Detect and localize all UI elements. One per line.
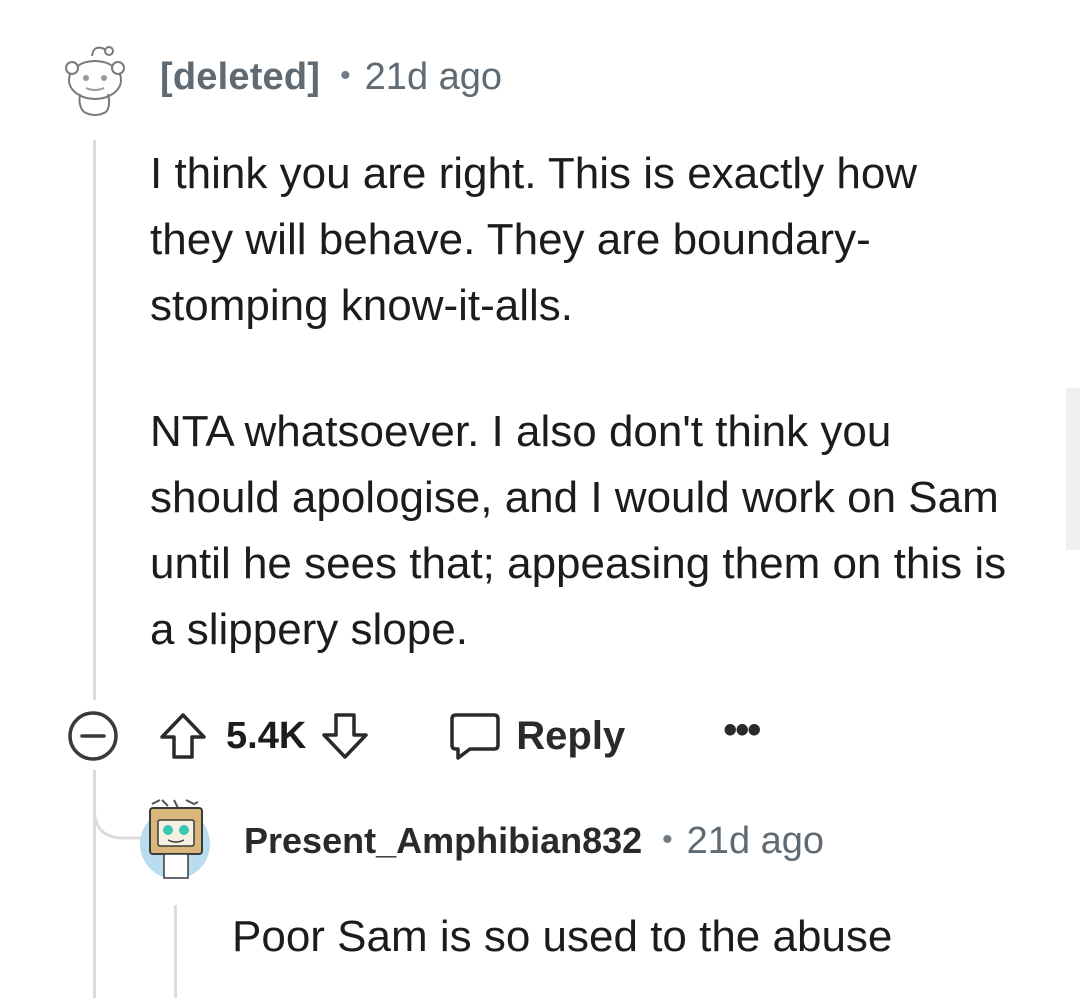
reply-meta: Present_Amphibian832 • 21d ago xyxy=(244,820,824,863)
comment-timestamp: 21d ago xyxy=(364,56,503,98)
more-options-button[interactable]: ••• xyxy=(723,708,761,753)
downvote-button[interactable] xyxy=(320,711,370,761)
comment-paragraph: NTA whatsoever. I also don't think you s… xyxy=(150,407,1007,654)
comment-meta: [deleted] • 21d ago xyxy=(160,56,502,99)
collapse-button[interactable] xyxy=(66,709,120,763)
snoo-avatar-icon xyxy=(65,46,125,116)
reply-label: Reply xyxy=(516,713,626,758)
box-robot-avatar-icon xyxy=(140,799,210,879)
comment-author[interactable]: [deleted] xyxy=(160,56,320,99)
speech-bubble-icon xyxy=(450,713,501,760)
upvote-button[interactable] xyxy=(158,711,208,761)
comment-thread-line[interactable] xyxy=(93,140,96,700)
comment-paragraph: I think you are right. This is exactly h… xyxy=(150,149,918,330)
collapse-minus-icon xyxy=(68,711,118,761)
reply-button[interactable]: Reply xyxy=(448,711,625,761)
reply-thread-line[interactable] xyxy=(174,905,177,998)
reply-text: Poor Sam is so used to the abuse xyxy=(232,912,893,961)
reply-timestamp: 21d ago xyxy=(686,820,825,862)
vote-score: 5.4K xyxy=(226,714,307,757)
meta-separator: • xyxy=(340,59,351,92)
downvote-arrow-icon xyxy=(322,713,369,759)
comment-avatar[interactable] xyxy=(62,42,128,120)
reply-avatar[interactable] xyxy=(138,798,212,882)
upvote-arrow-icon xyxy=(160,713,206,759)
comment-action-bar: 5.4K Reply ••• xyxy=(66,708,761,764)
reply-author[interactable]: Present_Amphibian832 xyxy=(244,820,642,862)
meta-separator: • xyxy=(662,823,673,856)
scrollbar-thumb[interactable] xyxy=(1066,388,1080,550)
